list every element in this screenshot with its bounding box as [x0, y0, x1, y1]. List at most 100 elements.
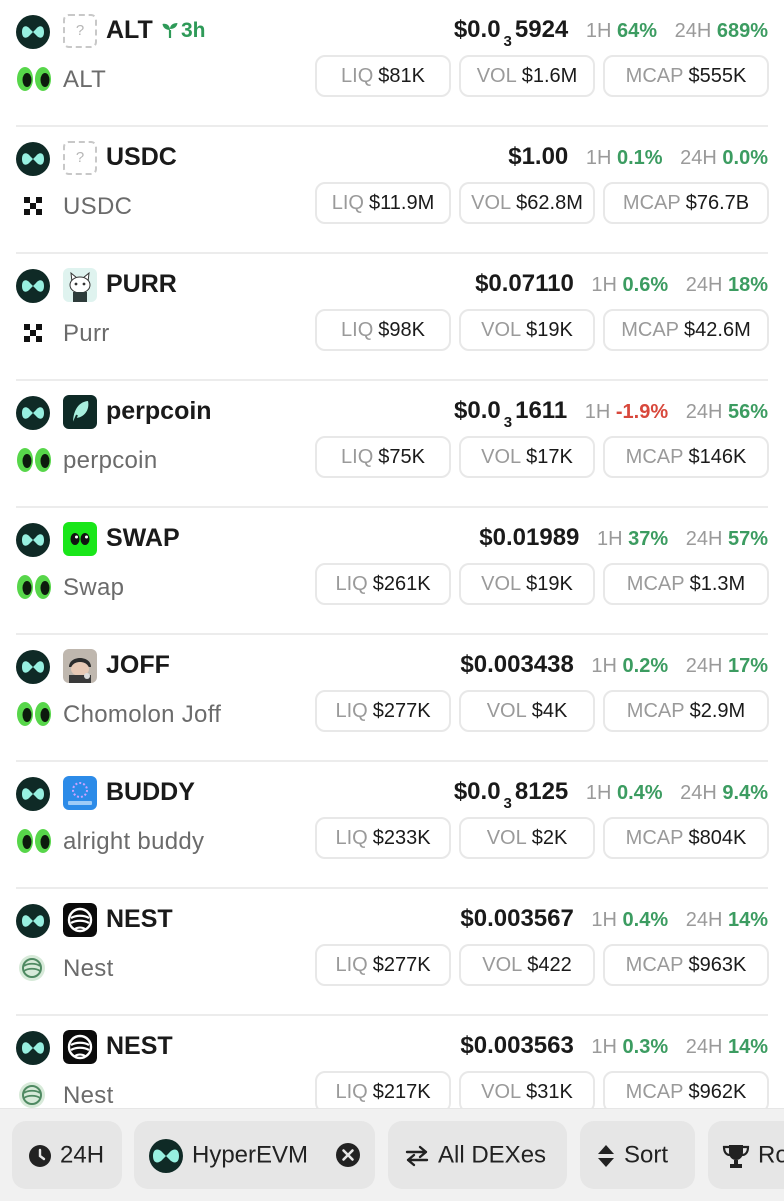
rank-button[interactable]: Ro	[708, 1121, 784, 1189]
liquidity-label: LIQ	[335, 1081, 368, 1103]
nest-icon	[63, 903, 97, 937]
volume-value: $422	[527, 954, 572, 976]
dex-filter-button[interactable]: All DEXes	[388, 1121, 567, 1189]
chain-filter-button[interactable]: HyperEVM	[134, 1121, 375, 1189]
liquidity-badge: LIQ $233K	[315, 817, 451, 859]
liquidity-badge: LIQ $75K	[315, 436, 451, 478]
volume-label: VOL	[481, 1081, 522, 1103]
change-24h-label: 24H	[685, 528, 723, 550]
price-zero-count: 3	[503, 795, 512, 812]
volume-value: $17K	[526, 446, 573, 468]
token-row[interactable]: BUDDY alright buddy $0.0 3 8125 1H 0.4% 24…	[0, 762, 784, 889]
x-dex-icon	[16, 192, 52, 220]
sprout-icon	[162, 23, 178, 38]
market-cap-badge: MCAP $76.7B	[603, 182, 769, 224]
price-line: $0.01989 1H 37% 24H 57%	[479, 522, 768, 554]
token-name: ALT	[63, 66, 107, 93]
token-row[interactable]: PURR Purr $0.07110 1H 0.6% 24H 18% LIQ $9…	[0, 254, 784, 381]
liquidity-label: LIQ	[341, 319, 374, 341]
token-price: $0.01989	[479, 524, 580, 551]
change-1h: -1.9%	[615, 401, 669, 423]
change-24h: 56%	[727, 401, 768, 423]
market-cap-label: MCAP	[625, 1081, 684, 1103]
volume-value: $1.6M	[521, 65, 578, 87]
market-cap-badge: MCAP $804K	[603, 817, 769, 859]
change-24h: 9.4%	[722, 782, 768, 804]
volume-badge: VOL $31K	[459, 1071, 595, 1108]
hyperevm-icon	[16, 269, 50, 303]
volume-badge: VOL $17K	[459, 436, 595, 478]
liquidity-badge: LIQ $98K	[315, 309, 451, 351]
token-name: USDC	[63, 193, 133, 220]
liquidity-value: $233K	[372, 827, 431, 849]
token-name: Nest	[63, 1082, 114, 1108]
change-1h: 37%	[628, 528, 669, 550]
liquidity-badge: LIQ $11.9M	[315, 182, 451, 224]
change-1h: 0.4%	[622, 909, 669, 931]
volume-label: VOL	[471, 192, 512, 214]
volume-badge: VOL $19K	[459, 309, 595, 351]
market-cap-label: MCAP	[622, 192, 681, 214]
token-age: 3h	[161, 18, 206, 44]
token-row[interactable]: SWAP Swap $0.01989 1H 37% 24H 57% LIQ $26…	[0, 508, 784, 635]
hyperevm-icon	[16, 142, 50, 176]
token-price: $0.0 3 8125	[454, 778, 569, 812]
change-24h: 14%	[727, 1036, 768, 1058]
change-24h-label: 24H	[674, 20, 712, 42]
change-24h-label: 24H	[685, 909, 723, 931]
hyperevm-icon	[16, 777, 50, 811]
x-dex-icon	[16, 319, 52, 347]
volume-value: $19K	[526, 319, 573, 341]
chain-filter-label: HyperEVM	[192, 1141, 309, 1169]
market-cap-value: $76.7B	[685, 192, 750, 214]
liquidity-badge: LIQ $81K	[315, 55, 451, 97]
liquidity-value: $81K	[378, 65, 425, 87]
liquidity-badge: LIQ $277K	[315, 944, 451, 986]
liquidity-value: $277K	[372, 700, 431, 722]
change-1h-label: 1H	[585, 782, 612, 804]
purr-cat-icon	[63, 268, 97, 302]
token-symbol: BUDDY	[106, 778, 195, 806]
hyperevm-icon	[149, 1138, 183, 1173]
volume-value: $2K	[531, 827, 568, 849]
price-line: $0.003567 1H 0.4% 24H 14%	[460, 903, 768, 935]
price-tail: 8125	[514, 778, 569, 805]
sort-button[interactable]: Sort	[580, 1121, 695, 1189]
liquidity-value: $217K	[372, 1081, 431, 1103]
market-cap-badge: MCAP $962K	[603, 1071, 769, 1108]
market-cap-label: MCAP	[625, 446, 684, 468]
token-row[interactable]: perpcoin perpcoin $0.0 3 1611 1H -1.9% 24H…	[0, 381, 784, 508]
token-name: alright buddy	[63, 828, 205, 855]
price-tail: 1611	[515, 397, 568, 424]
hyperevm-icon	[16, 1031, 50, 1065]
volume-label: VOL	[476, 65, 517, 87]
volume-label: VOL	[486, 700, 527, 722]
eyes-dex-icon	[16, 700, 52, 728]
token-row[interactable]: NEST Nest $0.003567 1H 0.4% 24H 14% LIQ $…	[0, 889, 784, 1016]
token-price: $0.003563	[460, 1032, 574, 1059]
change-24h-label: 24H	[680, 782, 717, 804]
volume-badge: VOL $4K	[459, 690, 595, 732]
token-age-label: 3h	[181, 19, 206, 42]
token-row[interactable]: NEST Nest $0.003563 1H 0.3% 24H 14% LIQ $…	[0, 1016, 784, 1108]
price-line: $0.0 3 8125 1H 0.4% 24H 9.4%	[454, 776, 768, 812]
timeframe-button[interactable]: 24H	[12, 1121, 122, 1189]
liquidity-value: $277K	[372, 954, 431, 976]
change-24h-label: 24H	[685, 274, 723, 296]
change-24h: 0.0%	[722, 147, 768, 169]
price-main: $0.0	[454, 397, 501, 424]
token-row[interactable]: ? ALT 3h ALT $0.0 3 5924 1H 64% 24H 689% L…	[0, 0, 784, 127]
volume-value: $4K	[531, 700, 568, 722]
token-symbol: JOFF	[106, 651, 170, 679]
close-circle-icon[interactable]	[335, 1142, 361, 1168]
token-row[interactable]: ? USDC USDC $1.00 1H 0.1% 24H 0.0% LIQ $1…	[0, 127, 784, 254]
change-1h: 0.6%	[622, 274, 669, 296]
sort-icon	[598, 1144, 614, 1167]
nest-dex-icon	[16, 1081, 52, 1108]
market-cap-label: MCAP	[626, 700, 685, 722]
token-row[interactable]: JOFF Chomolon Joff $0.003438 1H 0.2% 24H…	[0, 635, 784, 762]
unknown-token-icon: ?	[63, 14, 97, 48]
change-1h-label: 1H	[591, 655, 617, 677]
liquidity-label: LIQ	[335, 827, 368, 849]
hyperevm-icon	[16, 523, 50, 557]
